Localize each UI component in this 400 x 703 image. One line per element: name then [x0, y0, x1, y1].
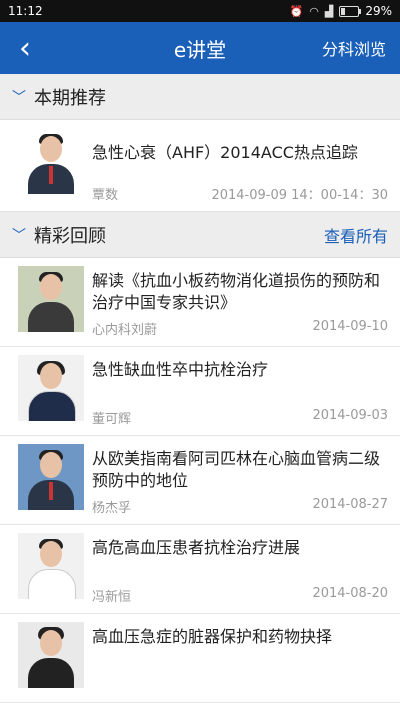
- speaker-avatar: [18, 533, 84, 599]
- speaker-avatar: [18, 444, 84, 510]
- item-author: 杨杰孚: [92, 501, 132, 516]
- list-item[interactable]: 高血压急症的脏器保护和药物抉择: [0, 614, 400, 703]
- back-button[interactable]: ‹: [0, 22, 50, 74]
- status-bar: 11:12 ⏰ ◠ ▟ 29%: [0, 0, 400, 22]
- item-author: 董可辉: [92, 412, 132, 427]
- item-title: 解读《抗血小板药物消化道损伤的预防和治疗中国专家共识》: [92, 271, 381, 312]
- review-section-header[interactable]: ﹀ 精彩回顾 查看所有: [0, 212, 400, 258]
- battery-percent: 29%: [365, 4, 392, 18]
- item-date: 2014-09-10: [312, 319, 388, 334]
- browse-by-department-button[interactable]: 分科浏览: [322, 36, 400, 60]
- featured-author: 覃数: [92, 188, 119, 203]
- featured-item[interactable]: 急性心衰（AHF）2014ACC热点追踪 覃数 2014-09-09 14：00…: [0, 120, 400, 212]
- app-header: ‹ e讲堂 分科浏览: [0, 22, 400, 74]
- list-item[interactable]: 急性缺血性卒中抗栓治疗 董可辉 2014-09-03: [0, 347, 400, 436]
- item-date: 2014-09-03: [312, 408, 388, 423]
- alarm-icon: ⏰: [289, 4, 304, 18]
- wifi-icon: ◠: [309, 4, 319, 18]
- featured-time: 2014-09-09 14：00-14：30: [211, 188, 388, 203]
- list-item[interactable]: 从欧美指南看阿司匹林在心脑血管病二级预防中的地位 杨杰孚 2014-08-27: [0, 436, 400, 525]
- item-author: 冯新恒: [92, 590, 132, 605]
- review-section-label: 精彩回顾: [34, 225, 106, 247]
- chevron-left-icon: ‹: [19, 30, 31, 66]
- list-item[interactable]: 解读《抗血小板药物消化道损伤的预防和治疗中国专家共识》 心内科刘蔚 2014-0…: [0, 258, 400, 347]
- featured-section-label: 本期推荐: [34, 87, 106, 109]
- featured-section-header[interactable]: ﹀ 本期推荐: [0, 74, 400, 120]
- list-item[interactable]: 高危高血压患者抗栓治疗进展 冯新恒 2014-08-20: [0, 525, 400, 614]
- item-date: 2014-08-20: [312, 586, 388, 601]
- item-date: 2014-08-27: [312, 497, 388, 512]
- item-title: 高危高血压患者抗栓治疗进展: [92, 538, 301, 557]
- speaker-avatar: [18, 355, 84, 421]
- battery-icon: [339, 5, 362, 17]
- chevron-down-icon: ﹀: [12, 227, 26, 244]
- speaker-avatar: [18, 128, 84, 194]
- item-title: 急性缺血性卒中抗栓治疗: [92, 360, 269, 379]
- speaker-avatar: [18, 266, 84, 332]
- speaker-avatar: [18, 622, 84, 688]
- item-title: 高血压急症的脏器保护和药物抉择: [92, 627, 333, 646]
- view-all-link[interactable]: 查看所有: [324, 223, 388, 247]
- featured-title: 急性心衰（AHF）2014ACC热点追踪: [92, 143, 358, 162]
- item-author: 心内科刘蔚: [92, 323, 158, 338]
- chevron-down-icon: ﹀: [12, 89, 26, 106]
- signal-icon: ▟: [324, 4, 334, 18]
- status-icons: ⏰ ◠ ▟ 29%: [290, 4, 392, 18]
- item-title: 从欧美指南看阿司匹林在心脑血管病二级预防中的地位: [92, 449, 381, 490]
- status-time: 11:12: [8, 4, 43, 18]
